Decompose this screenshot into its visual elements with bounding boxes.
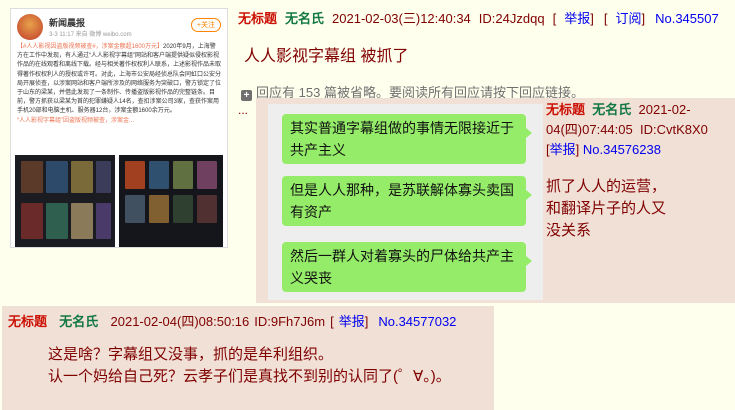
weibo-text: 【#人人影视因盗版视频被查#，涉案金额超1600万元】2020年9月，上海警方在… xyxy=(17,43,221,126)
reply-title-label: 无标题 xyxy=(546,102,586,117)
post-title-label: 无标题 xyxy=(238,11,278,26)
ellipsis: ... xyxy=(238,103,249,117)
reply-poster-name: 无名氏 xyxy=(592,102,632,117)
chat-screenshot-image[interactable]: 其实普通字幕组做的事情无限接近于共产主义 但是人人那种，是苏联解体寡头卖国有资产… xyxy=(268,104,543,300)
weibo-body: 2020年9月，上海警方在工作中发现，有人通过“人人影视字幕组”网站和客户端提供… xyxy=(17,44,222,115)
chat-bubble: 但是人人那种，是苏联解体寡头卖国有资产 xyxy=(282,176,532,226)
chat-bubble: 其实普通字幕组做的事情无限接近于共产主义 xyxy=(282,114,532,164)
reply-body-line: 这是啥？字幕组又没事，抓的是牟利组织。 xyxy=(48,346,334,363)
reply-body-line: 认一个妈给自己死？云孝子们是真找不到别的认同了(゜∀。)。 xyxy=(48,368,451,385)
poster-name: 无名氏 xyxy=(285,11,325,26)
reply-id: ID:9Fh7J6m xyxy=(254,314,326,329)
reply-datetime: 2021-02-04(四)08:50:16 xyxy=(110,314,250,329)
poster-grid xyxy=(15,155,223,247)
chat-bubble: 然后一群人对着寡头的尸体给共产主义哭丧 xyxy=(282,242,532,292)
post-header: 无标题 无名氏 2021-02-03(三)12:40:34 ID:24Jzdqq[举报… xyxy=(238,11,719,26)
post-id: ID:24Jzdqq xyxy=(478,11,545,26)
weibo-hashtag: 【#人人影视因盗版视频被查#，涉案金额超1600万元】 xyxy=(17,44,164,50)
weibo-header: 新闻晨报 3-3 11:17 来自 微博 weibo.com +关注 xyxy=(17,14,223,42)
avatar xyxy=(17,14,43,40)
reply-body: 这是啥？字幕组又没事，抓的是牟利组织。 认一个妈给自己死？云孝子们是真找不到别的… xyxy=(48,344,451,388)
post-number-link[interactable]: No.345507 xyxy=(655,11,719,26)
reply-body-line: 没关系 xyxy=(546,222,592,239)
weibo-video-caption: “人人影视字幕组”因盗版视频被查，涉案金... xyxy=(17,117,134,124)
report-link[interactable]: 举报 xyxy=(339,314,365,329)
reply-body-line: 抓了人人的运营， xyxy=(546,178,667,195)
weibo-meta: 3-3 11:17 来自 微博 weibo.com xyxy=(49,32,132,38)
weibo-screenshot-image[interactable]: 新闻晨报 3-3 11:17 来自 微博 weibo.com +关注 【#人人影… xyxy=(10,8,228,248)
reply-body: 抓了人人的运营， 和翻译片子的人又 没关系 xyxy=(546,176,732,242)
reply-header: 无标题 无名氏 2021-02- 04(四)07:44:05 ID:CvtK8X… xyxy=(546,102,708,157)
weibo-account-name: 新闻晨报 xyxy=(49,18,86,28)
post-datetime: 2021-02-03(三)12:40:34 xyxy=(332,11,471,26)
follow-button: +关注 xyxy=(190,18,221,32)
report-link[interactable]: 举报 xyxy=(550,142,576,157)
reply-number-link[interactable]: No.34577032 xyxy=(378,314,456,329)
reply-title-label: 无标题 xyxy=(8,314,48,329)
post-body: 人人影视字幕组 被抓了 xyxy=(244,48,409,65)
report-link[interactable]: 举报 xyxy=(564,11,590,26)
reply-number-link[interactable]: No.34576238 xyxy=(583,142,661,157)
reply-datetime-part1: 2021-02- xyxy=(638,102,691,117)
reply-datetime-part2: 04(四)07:44:05 xyxy=(546,122,633,137)
subscribe-link[interactable]: 订阅 xyxy=(615,11,641,26)
plus-icon[interactable]: + xyxy=(241,90,252,101)
reply-header: 无标题 无名氏 2021-02-04(四)08:50:16 ID:9Fh7J6m[… xyxy=(8,314,457,329)
reply-id: ID:CvtK8X0 xyxy=(639,122,708,137)
reply-body-line: 和翻译片子的人又 xyxy=(546,200,667,217)
reply-poster-name: 无名氏 xyxy=(59,314,99,329)
